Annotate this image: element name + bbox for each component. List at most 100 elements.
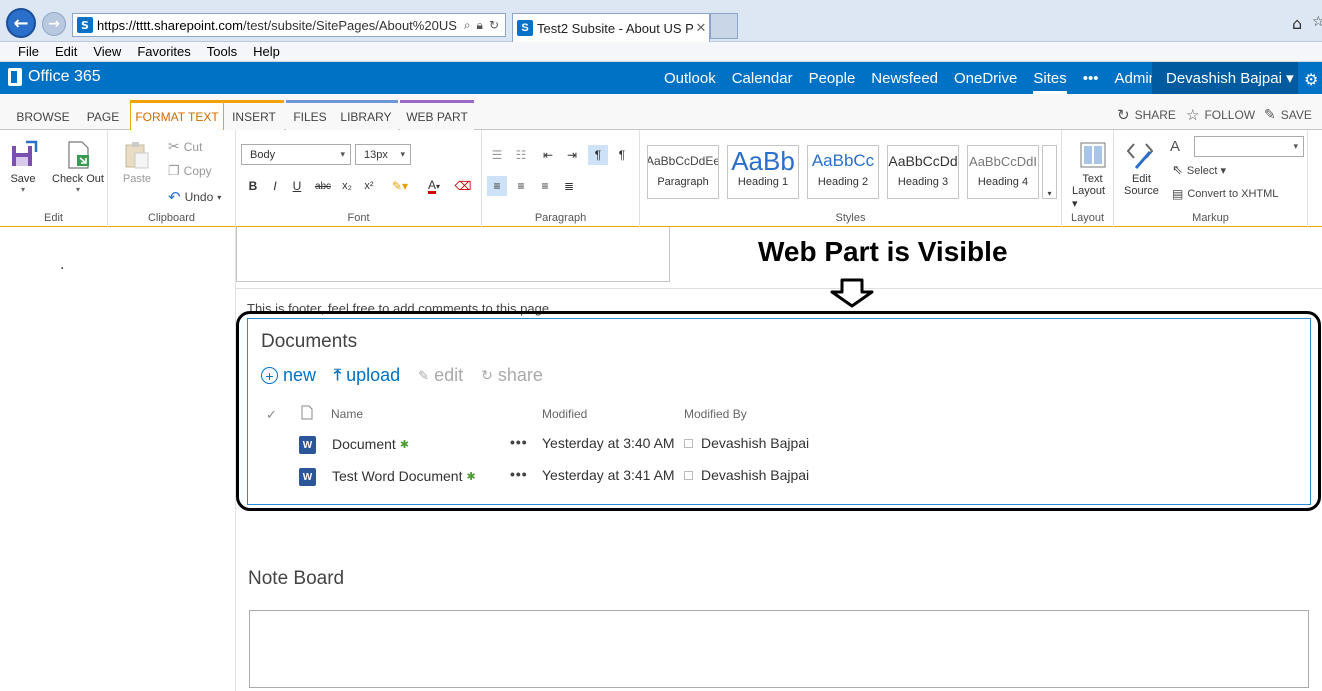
suite-link-sites[interactable]: Sites (1033, 62, 1068, 94)
left-navigation: . (0, 227, 236, 691)
suite-link-people[interactable]: People (809, 62, 856, 94)
check-out-button[interactable]: Check Out ▾ (52, 140, 104, 194)
tab-files[interactable]: FILES (286, 100, 334, 130)
italic-button[interactable]: I (265, 176, 285, 196)
follow-label: FOLLOW (1204, 108, 1256, 122)
align-left-button[interactable]: ≡ (487, 176, 507, 196)
browser-menu-bar: File Edit View Favorites Tools Help (0, 42, 1322, 62)
menu-view[interactable]: View (93, 44, 121, 59)
highlighter-icon: ✎▾ (391, 179, 409, 193)
follow-action[interactable]: ☆ FOLLOW (1186, 106, 1255, 124)
menu-file[interactable]: File (18, 44, 39, 59)
undo-button[interactable]: ↶ Undo ▾ (168, 188, 221, 206)
note-board-input[interactable] (249, 610, 1309, 688)
font-size-select[interactable]: 13px (355, 144, 411, 165)
ltr-button[interactable]: ¶ (588, 145, 608, 165)
style-heading-3[interactable]: AaBbCcDd Heading 3 (887, 145, 959, 199)
language-icon[interactable]: A (1170, 138, 1180, 155)
tab-browse[interactable]: BROWSE (14, 104, 72, 130)
font-family-select[interactable]: Body (241, 144, 351, 165)
bold-button[interactable]: B (243, 176, 263, 196)
underline-button[interactable]: U (287, 176, 307, 196)
select-button[interactable]: ⇖ Select ▾ (1172, 162, 1226, 178)
font-color-button[interactable]: A ▾ (419, 176, 449, 196)
edit-source-label-2: Source (1124, 185, 1159, 197)
tab-insert[interactable]: INSERT (224, 100, 284, 130)
style-heading-1[interactable]: AaBb Heading 1 (727, 145, 799, 199)
chevron-down-icon: ▾ (217, 192, 222, 202)
suite-link-more[interactable]: ••• (1083, 62, 1099, 94)
search-icon[interactable]: ⌕ (464, 18, 471, 33)
rtl-button[interactable]: ¶ (612, 145, 632, 165)
suite-link-calendar[interactable]: Calendar (732, 62, 793, 94)
copy-button[interactable]: ❐ Copy (168, 163, 212, 179)
content-edit-box[interactable] (236, 227, 670, 282)
align-center-button[interactable]: ≡ (511, 176, 531, 196)
address-bar[interactable]: S https://tttt.sharepoint.com/test/subsi… (72, 13, 506, 37)
tab-web-part[interactable]: WEB PART (400, 100, 474, 130)
office365-brand[interactable]: Office 365 (8, 68, 101, 86)
convert-label: Convert to XHTML (1187, 188, 1279, 200)
suite-link-newsfeed[interactable]: Newsfeed (871, 62, 938, 94)
edit-source-button[interactable]: Edit Source (1124, 140, 1159, 197)
copy-icon: ❐ (168, 163, 180, 178)
browser-tab-active[interactable]: S Test2 Subsite - About US Pag ✕ (512, 13, 710, 42)
highlight-color-button[interactable]: ✎▾ (385, 176, 415, 196)
align-right-button[interactable]: ≡ (535, 176, 555, 196)
edit-source-icon (1127, 143, 1154, 169)
suite-link-onedrive[interactable]: OneDrive (954, 62, 1017, 94)
lock-icon[interactable]: 🔒︎ (477, 18, 483, 33)
menu-tools[interactable]: Tools (207, 44, 237, 59)
save-icon: ✎ (1264, 106, 1276, 122)
arrow-right-icon: → (48, 16, 60, 32)
numbered-list-button[interactable]: ☷ (511, 145, 531, 165)
new-tab-button[interactable] (710, 13, 738, 39)
tab-library[interactable]: LIBRARY (334, 100, 398, 130)
style-sample: AaBb (731, 145, 795, 176)
styles-more-button[interactable]: ▾ (1042, 145, 1057, 199)
text-layout-label: Text (1082, 173, 1103, 185)
paste-icon (125, 142, 149, 169)
tab-page[interactable]: PAGE (80, 104, 126, 130)
close-icon[interactable]: ✕ (693, 20, 709, 36)
text-layout-button[interactable]: Text Layout ▾ (1072, 140, 1113, 210)
style-paragraph[interactable]: AaBbCcDdEe Paragraph (647, 145, 719, 199)
office-logo-icon (8, 68, 22, 86)
clear-format-button[interactable]: ⌫ (453, 176, 473, 196)
share-action[interactable]: ↻ SHARE (1117, 106, 1176, 124)
strikethrough-button[interactable]: abc (311, 176, 335, 196)
back-button[interactable]: ← (6, 8, 36, 38)
align-left-icon: ≡ (493, 179, 501, 193)
favorites-star-icon[interactable]: ☆ (1312, 14, 1322, 30)
refresh-icon[interactable]: ↻ (489, 18, 499, 33)
decrease-indent-button[interactable]: ⇤ (538, 145, 558, 165)
style-name: Heading 1 (737, 176, 789, 188)
subscript-button[interactable]: x₂ (337, 176, 357, 196)
style-heading-2[interactable]: AaBbCc Heading 2 (807, 145, 879, 199)
save-label: SAVE (1280, 107, 1312, 122)
superscript-button[interactable]: x² (359, 176, 379, 196)
language-select[interactable] (1194, 136, 1304, 157)
menu-favorites[interactable]: Favorites (137, 44, 190, 59)
sharepoint-tab-icon: S (517, 20, 533, 36)
annotation-label: Web Part is Visible (758, 236, 1008, 267)
save-action[interactable]: ✎ SAVE (1264, 106, 1312, 123)
forward-button[interactable]: → (42, 12, 66, 36)
increase-indent-button[interactable]: ⇥ (562, 145, 582, 165)
suite-link-outlook[interactable]: Outlook (664, 62, 716, 94)
indent-icon: ⇥ (566, 148, 578, 162)
justify-button[interactable]: ≣ (559, 176, 579, 196)
gear-icon[interactable]: ⚙ (1304, 70, 1318, 90)
menu-help[interactable]: Help (253, 44, 280, 59)
bullet-list-button[interactable]: ☰ (487, 145, 507, 165)
home-icon[interactable]: ⌂ (1292, 14, 1302, 33)
justify-icon: ≣ (563, 179, 575, 193)
cut-button[interactable]: ✂ Cut (168, 138, 202, 155)
tab-format-text[interactable]: FORMAT TEXT (130, 100, 224, 131)
style-heading-4[interactable]: AaBbCcDdI Heading 4 (967, 145, 1039, 199)
paste-button[interactable]: Paste (122, 140, 152, 185)
save-button[interactable]: Save ▾ (8, 140, 38, 194)
convert-xhtml-button[interactable]: ▤ Convert to XHTML (1172, 187, 1278, 201)
menu-edit[interactable]: Edit (55, 44, 77, 59)
user-menu[interactable]: Devashish Bajpai ▾ (1152, 62, 1298, 94)
